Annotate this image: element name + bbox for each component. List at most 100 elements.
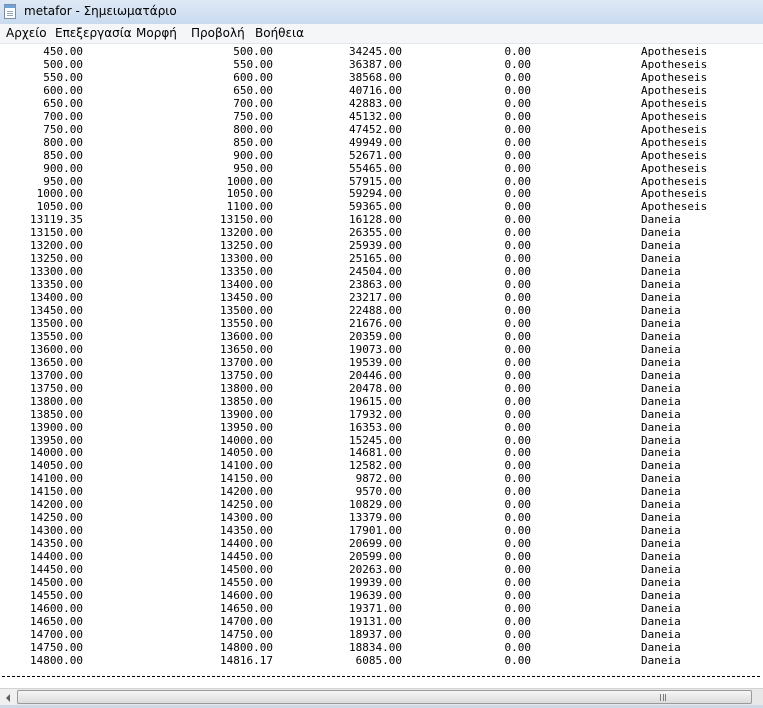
amount-value: 18937.00 <box>349 627 402 641</box>
type-value: Daneia <box>641 304 681 317</box>
text-line: 750.00 800.00 47452.00 0.00 Apotheseis <box>0 123 763 136</box>
from-value: 1050.00 <box>36 200 83 214</box>
amount-value: 19073.00 <box>349 342 402 356</box>
type-value: Apotheseis <box>641 161 708 175</box>
amount-value: 38568.00 <box>349 70 402 84</box>
from-value: 14750.00 <box>30 640 83 654</box>
type-value: Apotheseis <box>641 70 708 84</box>
type-value: Daneia <box>641 342 681 356</box>
amount-value: 19639.00 <box>349 588 402 602</box>
to-value: 14700.00 <box>220 614 273 628</box>
text-line: 14400.00 14450.00 20599.00 0.00 Daneia <box>0 550 763 563</box>
from-value: 13119.35 <box>30 213 83 227</box>
scroll-left-arrow-icon[interactable] <box>0 689 17 706</box>
menu-format[interactable]: Μορφή <box>136 26 177 40</box>
from-value: 14600.00 <box>30 601 83 615</box>
text-line: 14450.00 14500.00 20263.00 0.00 Daneia <box>0 563 763 576</box>
amount-value: 59365.00 <box>349 200 402 214</box>
type-value: Daneia <box>641 252 681 266</box>
text-line: 13400.00 13450.00 23217.00 0.00 Daneia <box>0 291 763 304</box>
text-line: 14650.00 14700.00 19131.00 0.00 Daneia <box>0 615 763 628</box>
amount-value: 20478.00 <box>349 381 402 395</box>
amount-value: 36387.00 <box>349 57 402 71</box>
menu-help[interactable]: Βοήθεια <box>255 26 304 40</box>
amount-value: 17901.00 <box>349 524 402 538</box>
text-line: 13700.00 13750.00 20446.00 0.00 Daneia <box>0 369 763 382</box>
to-value: 13400.00 <box>220 278 273 292</box>
to-value: 13850.00 <box>220 394 273 408</box>
rate-value: 0.00 <box>504 45 532 58</box>
to-value: 13900.00 <box>220 407 273 421</box>
to-value: 13300.00 <box>220 252 273 266</box>
to-value: 13500.00 <box>220 304 273 317</box>
to-value: 14050.00 <box>220 446 273 460</box>
amount-value: 22488.00 <box>349 304 402 317</box>
to-value: 14250.00 <box>220 498 273 512</box>
to-value: 900.00 <box>233 148 273 162</box>
amount-value: 52671.00 <box>349 148 402 162</box>
from-value: 13750.00 <box>30 381 83 395</box>
text-editor-area[interactable]: 450.00 500.00 34245.00 0.00 Apotheseis 500.00… <box>0 44 763 678</box>
from-value: 13250.00 <box>30 252 83 266</box>
type-value: Daneia <box>641 485 681 499</box>
from-value: 14550.00 <box>30 588 83 602</box>
type-value: Daneia <box>641 368 681 382</box>
menu-file[interactable]: Αρχείο <box>6 26 47 40</box>
to-value: 14450.00 <box>220 550 273 564</box>
to-value: 14650.00 <box>220 601 273 615</box>
text-line: 13800.00 13850.00 19615.00 0.00 Daneia <box>0 395 763 408</box>
type-value: Daneia <box>641 472 681 486</box>
type-value: Daneia <box>641 420 681 434</box>
to-value: 13150.00 <box>220 213 273 227</box>
text-line: 13750.00 13800.00 20478.00 0.00 Daneia <box>0 382 763 395</box>
rate-value: 0.00 <box>504 433 532 447</box>
amount-value: 19939.00 <box>349 575 402 589</box>
from-value: 14250.00 <box>30 511 83 525</box>
amount-value: 49949.00 <box>349 135 402 149</box>
from-value: 13650.00 <box>30 355 83 369</box>
text-line: 13300.00 13350.00 24504.00 0.00 Daneia <box>0 265 763 278</box>
amount-value: 16128.00 <box>349 213 402 227</box>
menu-view[interactable]: Προβολή <box>191 26 245 40</box>
type-value: Apotheseis <box>641 57 708 71</box>
amount-value: 59294.00 <box>349 187 402 201</box>
amount-value: 9872.00 <box>355 472 402 486</box>
text-line: 14550.00 14600.00 19639.00 0.00 Daneia <box>0 589 763 602</box>
to-value: 800.00 <box>233 122 273 136</box>
text-line: 14250.00 14300.00 13379.00 0.00 Daneia <box>0 511 763 524</box>
text-line: 13150.00 13200.00 26355.00 0.00 Daneia <box>0 226 763 239</box>
scrollbar-thumb[interactable] <box>17 690 752 704</box>
text-line: 800.00 850.00 49949.00 0.00 Apotheseis <box>0 136 763 149</box>
type-value: Daneia <box>641 588 681 602</box>
to-value: 950.00 <box>233 161 273 175</box>
to-value: 13750.00 <box>220 368 273 382</box>
from-value: 13500.00 <box>30 316 83 330</box>
to-value: 14400.00 <box>220 537 273 551</box>
text-line: 14700.00 14750.00 18937.00 0.00 Daneia <box>0 628 763 641</box>
to-value: 13600.00 <box>220 329 273 343</box>
text-line: 650.00 700.00 42883.00 0.00 Apotheseis <box>0 97 763 110</box>
type-value: Daneia <box>641 265 681 279</box>
title-bar[interactable]: metafor - Σημειωματάριο <box>0 0 763 25</box>
to-value: 14750.00 <box>220 627 273 641</box>
to-value: 14000.00 <box>220 433 273 447</box>
amount-value: 20359.00 <box>349 329 402 343</box>
from-value: 850.00 <box>43 148 83 162</box>
menu-bar: Αρχείο Επεξεργασία Μορφή Προβολή Βοήθεια <box>0 24 763 44</box>
to-value: 13800.00 <box>220 381 273 395</box>
amount-value: 19539.00 <box>349 355 402 369</box>
text-line: 13450.00 13500.00 22488.00 0.00 Daneia <box>0 304 763 317</box>
text-line: 14800.00 14816.17 6085.00 0.00 Daneia <box>0 654 763 667</box>
horizontal-scrollbar[interactable] <box>0 688 763 706</box>
type-value: Apotheseis <box>641 45 708 58</box>
type-value: Daneia <box>641 653 681 667</box>
amount-value: 23863.00 <box>349 278 402 292</box>
rate-value: 0.00 <box>504 83 532 97</box>
type-value: Apotheseis <box>641 187 708 201</box>
type-value: Daneia <box>641 239 681 253</box>
from-value: 14400.00 <box>30 550 83 564</box>
menu-edit[interactable]: Επεξεργασία <box>55 26 132 40</box>
amount-value: 19371.00 <box>349 601 402 615</box>
text-line: 13250.00 13300.00 25165.00 0.00 Daneia <box>0 252 763 265</box>
rate-value: 0.00 <box>504 329 532 343</box>
